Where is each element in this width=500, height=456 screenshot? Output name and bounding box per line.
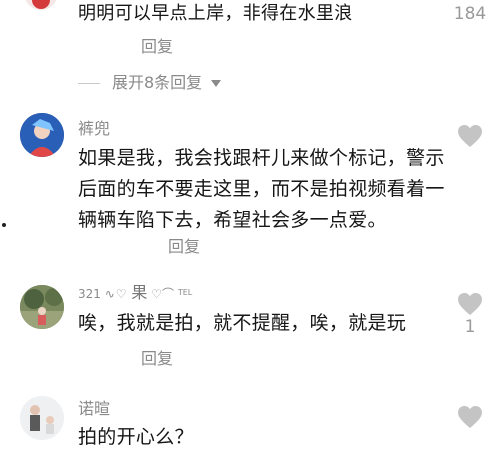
heart-icon[interactable] (457, 292, 483, 316)
reply-button[interactable]: 回复 (168, 237, 200, 257)
comment-text: 拍的开心么？ (78, 426, 194, 448)
comment-text: 如果是我，我会找跟杆儿来做个标记，警示 后面的车不要走这里，而不是拍视频看着一 … (78, 143, 458, 236)
reply-button[interactable]: 回复 (141, 349, 173, 369)
reply-text: 明明可以早点上岸，非得在水里浪 (78, 3, 353, 24)
comment-line: 后面的车不要走这里，而不是拍视频看着一 (78, 178, 445, 200)
username-text: 321 (78, 287, 101, 301)
like-count: 1 (464, 317, 476, 337)
username-suffix: TEL (177, 288, 193, 297)
divider (78, 83, 100, 84)
comment-line: 辆辆车陷下去，希望社会多一点爱。 (78, 209, 387, 231)
heart-icon[interactable] (457, 124, 483, 148)
username-glyph: 果 (131, 283, 148, 302)
comment-text: 唉，我就是拍，就不提醒，唉，就是玩 (78, 312, 407, 334)
like-count: 184 (453, 4, 487, 24)
heart-icon[interactable] (457, 405, 483, 429)
avatar[interactable] (24, 0, 58, 10)
username[interactable]: 诺暄 (78, 399, 110, 419)
reply-button[interactable]: 回复 (141, 37, 173, 57)
expand-label: 展开8条回复 (112, 73, 203, 92)
edge-dot (2, 223, 6, 227)
username[interactable]: 裤兜 (78, 119, 110, 139)
username-decoration: ♡⌒ (151, 287, 174, 301)
comment-line: 如果是我，我会找跟杆儿来做个标记，警示 (78, 147, 445, 169)
expand-replies-button[interactable]: 展开8条回复 (112, 73, 222, 93)
username-decoration: ∿♡ (104, 287, 128, 301)
avatar[interactable] (20, 396, 64, 440)
avatar[interactable] (20, 285, 64, 329)
chevron-down-icon (211, 80, 222, 87)
avatar[interactable] (20, 113, 64, 157)
username[interactable]: 321 ∿♡ 果 ♡⌒ TEL (78, 283, 192, 304)
